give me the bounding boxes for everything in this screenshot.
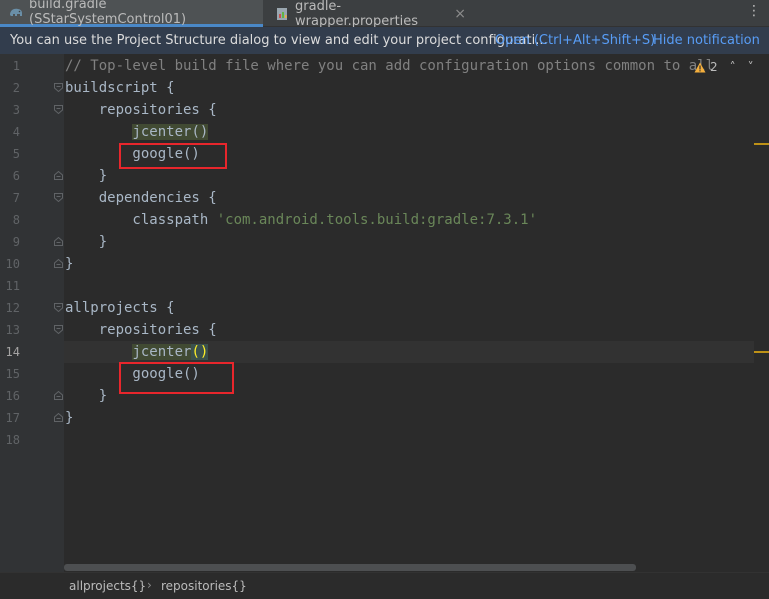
fold-open-icon[interactable] xyxy=(54,303,63,312)
scrollbar-thumb[interactable] xyxy=(64,564,636,571)
ide-window: build.gradle (SStarSystemControl01) grad… xyxy=(0,0,769,599)
error-stripe[interactable] xyxy=(754,54,769,562)
line-number: 12 xyxy=(5,301,20,315)
tab-build-gradle[interactable]: build.gradle (SStarSystemControl01) xyxy=(0,0,263,27)
deprecated-call: jcenter xyxy=(132,344,192,360)
warning-count: 2 xyxy=(710,60,718,74)
editor-gutter[interactable]: 1 2 3 4 5 6 7 8 9 10 11 12 13 14 15 16 1… xyxy=(0,54,84,572)
editor-tab-bar: build.gradle (SStarSystemControl01) grad… xyxy=(0,0,769,29)
code-line-7: dependencies { xyxy=(65,190,217,206)
fold-close-icon[interactable] xyxy=(54,391,63,400)
line-number: 1 xyxy=(12,59,20,73)
fold-open-icon[interactable] xyxy=(54,193,63,202)
more-tabs-icon[interactable]: ⋮ xyxy=(747,3,761,19)
notification-bar: You can use the Project Structure dialog… xyxy=(0,27,769,54)
line-number: 17 xyxy=(5,411,20,425)
line-number: 8 xyxy=(12,213,20,227)
fold-open-icon[interactable] xyxy=(54,105,63,114)
code-line-3: repositories { xyxy=(65,102,217,118)
fold-close-icon[interactable] xyxy=(54,171,63,180)
warning-icon xyxy=(694,62,706,72)
fold-open-icon[interactable] xyxy=(54,325,63,334)
line-number: 15 xyxy=(5,367,20,381)
matched-paren: ) xyxy=(199,344,209,360)
line-number: 9 xyxy=(12,235,20,249)
line-number: 6 xyxy=(12,169,20,183)
breadcrumb: allprojects{} › repositories{} xyxy=(0,572,769,599)
breadcrumb-separator: › xyxy=(147,578,152,592)
code-line-12: allprojects { xyxy=(65,300,175,316)
line-number: 18 xyxy=(5,433,20,447)
code-line-9: } xyxy=(65,234,108,250)
code-line-8: classpath 'com.android.tools.build:gradl… xyxy=(65,209,537,231)
code-editor[interactable]: // Top-level build file where you can ad… xyxy=(64,54,754,562)
annotation-box xyxy=(119,362,234,394)
line-number: 16 xyxy=(5,389,20,403)
code-line-4: jcenter() xyxy=(65,121,209,143)
properties-file-icon xyxy=(274,6,290,22)
code-line-10: } xyxy=(65,256,74,272)
tab-label: build.gradle (SStarSystemControl01) xyxy=(29,0,187,27)
string-literal: 'com.android.tools.build:gradle:7.3.1' xyxy=(216,212,538,228)
code-line-6: } xyxy=(65,168,108,184)
next-highlight-icon[interactable]: ˅ xyxy=(748,60,754,74)
line-number: 3 xyxy=(12,103,20,117)
comment: // Top-level build file where you can ad… xyxy=(65,58,715,74)
line-number: 13 xyxy=(5,323,20,337)
deprecated-call: jcenter() xyxy=(132,124,209,140)
code-line-2: buildscript { xyxy=(65,80,175,96)
close-icon[interactable]: × xyxy=(454,6,466,22)
hide-notification-link[interactable]: Hide notification xyxy=(653,33,760,48)
code-keyword: classpath xyxy=(65,212,217,228)
fold-close-icon[interactable] xyxy=(54,237,63,246)
horizontal-scrollbar[interactable] xyxy=(64,562,754,572)
code-line-1: // Top-level build file where you can ad… xyxy=(65,55,714,77)
line-number: 4 xyxy=(12,125,20,139)
line-number: 2 xyxy=(12,81,20,95)
tab-label: gradle-wrapper.properties xyxy=(295,0,419,29)
fold-close-icon[interactable] xyxy=(54,259,63,268)
previous-highlight-icon[interactable]: ˄ xyxy=(730,60,736,74)
matched-paren: ( xyxy=(191,344,200,360)
line-number: 11 xyxy=(5,279,20,293)
breadcrumb-item-repositories[interactable]: repositories{} xyxy=(161,579,247,593)
code-line-13: repositories { xyxy=(65,322,217,338)
tab-gradle-wrapper-properties[interactable]: gradle-wrapper.properties × xyxy=(266,0,466,29)
line-number: 10 xyxy=(5,257,20,271)
line-number-current: 14 xyxy=(5,345,20,359)
breadcrumb-item-allprojects[interactable]: allprojects{} xyxy=(69,579,146,593)
code-line-16: } xyxy=(65,388,108,404)
notification-message: You can use the Project Structure dialog… xyxy=(10,33,548,48)
gradle-elephant-icon xyxy=(8,4,24,20)
fold-close-icon[interactable] xyxy=(54,413,63,422)
warning-marker[interactable] xyxy=(754,351,769,353)
annotation-box xyxy=(119,143,227,169)
fold-open-icon[interactable] xyxy=(54,83,63,92)
warning-marker[interactable] xyxy=(754,143,769,145)
code-line-14: jcenter() xyxy=(65,341,209,363)
open-project-structure-link[interactable]: Open (Ctrl+Alt+Shift+S) xyxy=(495,33,655,48)
code-line-17: } xyxy=(65,410,74,426)
inspection-widget[interactable]: 2 ˄ ˅ xyxy=(694,60,754,74)
line-number: 5 xyxy=(12,147,20,161)
line-number: 7 xyxy=(12,191,20,205)
